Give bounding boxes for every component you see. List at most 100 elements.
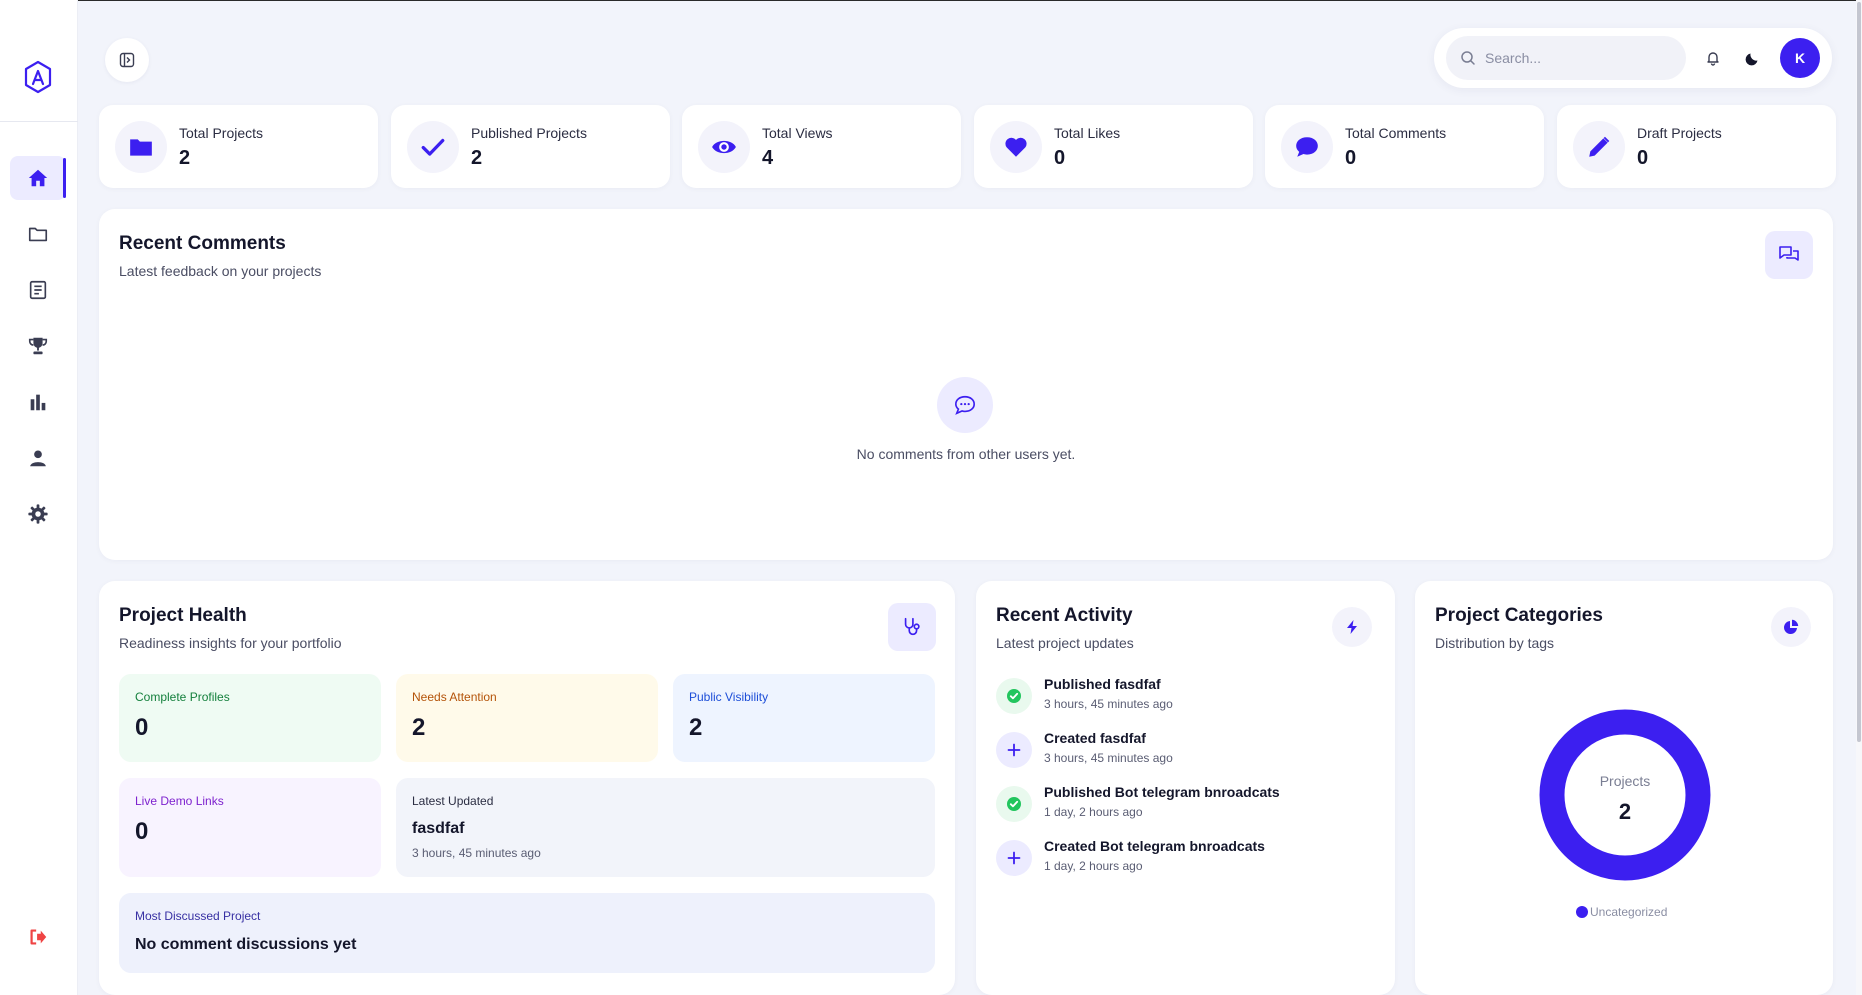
donut-slice-uncategorized[interactable]: [1539, 709, 1711, 881]
nav-profile[interactable]: [10, 436, 66, 480]
bell-icon: [1707, 52, 1719, 66]
stat-card-draft-projects[interactable]: Draft Projects 0: [1557, 105, 1836, 188]
most-discussed-value: No comment discussions yet: [135, 936, 357, 953]
stat-label: Total Projects: [179, 125, 264, 141]
stat-value: 0: [1054, 147, 1066, 169]
tile-live-demo-links[interactable]: Live Demo Links 0: [119, 778, 381, 877]
stat-label: Total Comments: [1345, 125, 1447, 141]
sidebar-toggle-icon: [119, 52, 135, 68]
nav-articles[interactable]: [10, 268, 66, 312]
tile-most-discussed[interactable]: Most Discussed Project No comment discus…: [119, 893, 935, 973]
recent-activity-panel: Recent Activity Latest project updates P…: [976, 581, 1395, 995]
activity-item[interactable]: Published fasdfaf 3 hours, 45 minutes ag…: [996, 674, 1366, 722]
donut-center-value: 2: [1618, 799, 1632, 824]
tile-complete-profiles[interactable]: Complete Profiles 0: [119, 674, 381, 762]
project-health-panel: Project Health Readiness insights for yo…: [99, 581, 955, 995]
bar-chart-icon: [30, 394, 46, 411]
categories-donut-chart: [1539, 709, 1711, 881]
main-content: K Total Projects 2 Published Projects 2 …: [78, 0, 1862, 995]
tile-label: Needs Attention: [412, 690, 497, 704]
activity-time: 3 hours, 45 minutes ago: [1044, 751, 1173, 765]
activity-time: 3 hours, 45 minutes ago: [1044, 697, 1173, 711]
stat-label: Total Likes: [1054, 125, 1121, 141]
stat-value: 4: [762, 147, 774, 169]
logo-divider: [0, 121, 78, 122]
latest-project-name: fasdfaf: [412, 820, 465, 837]
legend-swatch: [1576, 906, 1588, 918]
nav-home[interactable]: [10, 156, 66, 200]
created-plus-icon: [996, 840, 1032, 876]
logout-button[interactable]: [10, 915, 66, 959]
activity-item[interactable]: Created Bot telegram bnroadcats 1 day, 2…: [996, 836, 1366, 884]
trophy-icon: [28, 337, 48, 355]
panel-subtitle: Latest feedback on your projects: [119, 263, 322, 279]
search-icon: [1461, 51, 1475, 65]
search-input[interactable]: [1485, 50, 1665, 66]
stat-value: 2: [471, 147, 483, 169]
tile-label: Most Discussed Project: [135, 909, 261, 923]
stat-value: 2: [179, 147, 191, 169]
search-box[interactable]: [1446, 36, 1686, 80]
user-avatar[interactable]: K: [1780, 38, 1820, 78]
page-scrollbar[interactable]: [1856, 0, 1862, 995]
activity-item[interactable]: Published Bot telegram bnroadcats 1 day,…: [996, 782, 1366, 830]
theme-toggle-button[interactable]: [1742, 47, 1764, 69]
activity-title: Published fasdfaf: [1044, 676, 1161, 692]
chart-legend: Uncategorized: [1576, 905, 1667, 919]
stat-card-total-comments[interactable]: Total Comments 0: [1265, 105, 1544, 188]
tile-label: Public Visibility: [689, 690, 769, 704]
view-comments-button[interactable]: [1765, 231, 1813, 279]
tile-public-visibility[interactable]: Public Visibility 2: [673, 674, 935, 762]
project-categories-panel: Project Categories Distribution by tags …: [1415, 581, 1833, 995]
user-icon: [30, 450, 46, 467]
eye-icon: [698, 121, 750, 173]
activity-time: 1 day, 2 hours ago: [1044, 859, 1143, 873]
activity-button[interactable]: [1332, 607, 1372, 647]
tile-value: 0: [135, 818, 149, 845]
created-plus-icon: [996, 732, 1032, 768]
health-check-button[interactable]: [888, 603, 936, 651]
moon-icon: [1745, 53, 1758, 66]
stat-card-total-projects[interactable]: Total Projects 2: [99, 105, 378, 188]
activity-title: Created Bot telegram bnroadcats: [1044, 838, 1265, 854]
donut-center-label: Projects: [1599, 773, 1651, 789]
panel-subtitle: Distribution by tags: [1435, 635, 1555, 651]
lightning-icon: [1347, 620, 1357, 634]
stat-card-published-projects[interactable]: Published Projects 2: [391, 105, 670, 188]
app-logo-icon[interactable]: [23, 60, 53, 94]
stat-value: 0: [1637, 147, 1649, 169]
logout-icon: [30, 929, 47, 945]
published-check-icon: [996, 786, 1032, 822]
activity-title: Created fasdfaf: [1044, 730, 1146, 746]
nav-analytics[interactable]: [10, 380, 66, 424]
tile-latest-updated[interactable]: Latest Updated fasdfaf 3 hours, 45 minut…: [396, 778, 935, 877]
folder-icon: [115, 121, 167, 173]
activity-title: Published Bot telegram bnroadcats: [1044, 784, 1280, 800]
sidebar-toggle-button[interactable]: [105, 38, 149, 82]
empty-comments-icon: [937, 377, 993, 433]
tile-needs-attention[interactable]: Needs Attention 2: [396, 674, 658, 762]
tile-value: 2: [412, 714, 426, 741]
nav-settings[interactable]: [10, 492, 66, 536]
scrollbar-thumb[interactable]: [1857, 2, 1861, 742]
empty-comments-text: No comments from other users yet.: [856, 446, 1076, 462]
top-bar: K: [1434, 28, 1832, 88]
stat-label: Draft Projects: [1637, 125, 1722, 141]
notifications-button[interactable]: [1702, 47, 1724, 69]
tile-label: Complete Profiles: [135, 690, 230, 704]
stat-card-total-views[interactable]: Total Views 4: [682, 105, 961, 188]
nav-projects[interactable]: [10, 212, 66, 256]
recent-comments-panel: Recent Comments Latest feedback on your …: [99, 209, 1833, 560]
tile-label: Latest Updated: [412, 794, 494, 808]
sidebar: [0, 0, 78, 995]
activity-item[interactable]: Created fasdfaf 3 hours, 45 minutes ago: [996, 728, 1366, 776]
pie-chart-icon: [1784, 619, 1799, 634]
nav-achievements[interactable]: [10, 324, 66, 368]
latest-project-time: 3 hours, 45 minutes ago: [412, 846, 541, 860]
home-icon: [28, 169, 48, 187]
gear-icon: [28, 504, 48, 524]
stat-card-total-likes[interactable]: Total Likes 0: [974, 105, 1253, 188]
categories-button[interactable]: [1771, 607, 1811, 647]
heart-icon: [990, 121, 1042, 173]
activity-time: 1 day, 2 hours ago: [1044, 805, 1143, 819]
